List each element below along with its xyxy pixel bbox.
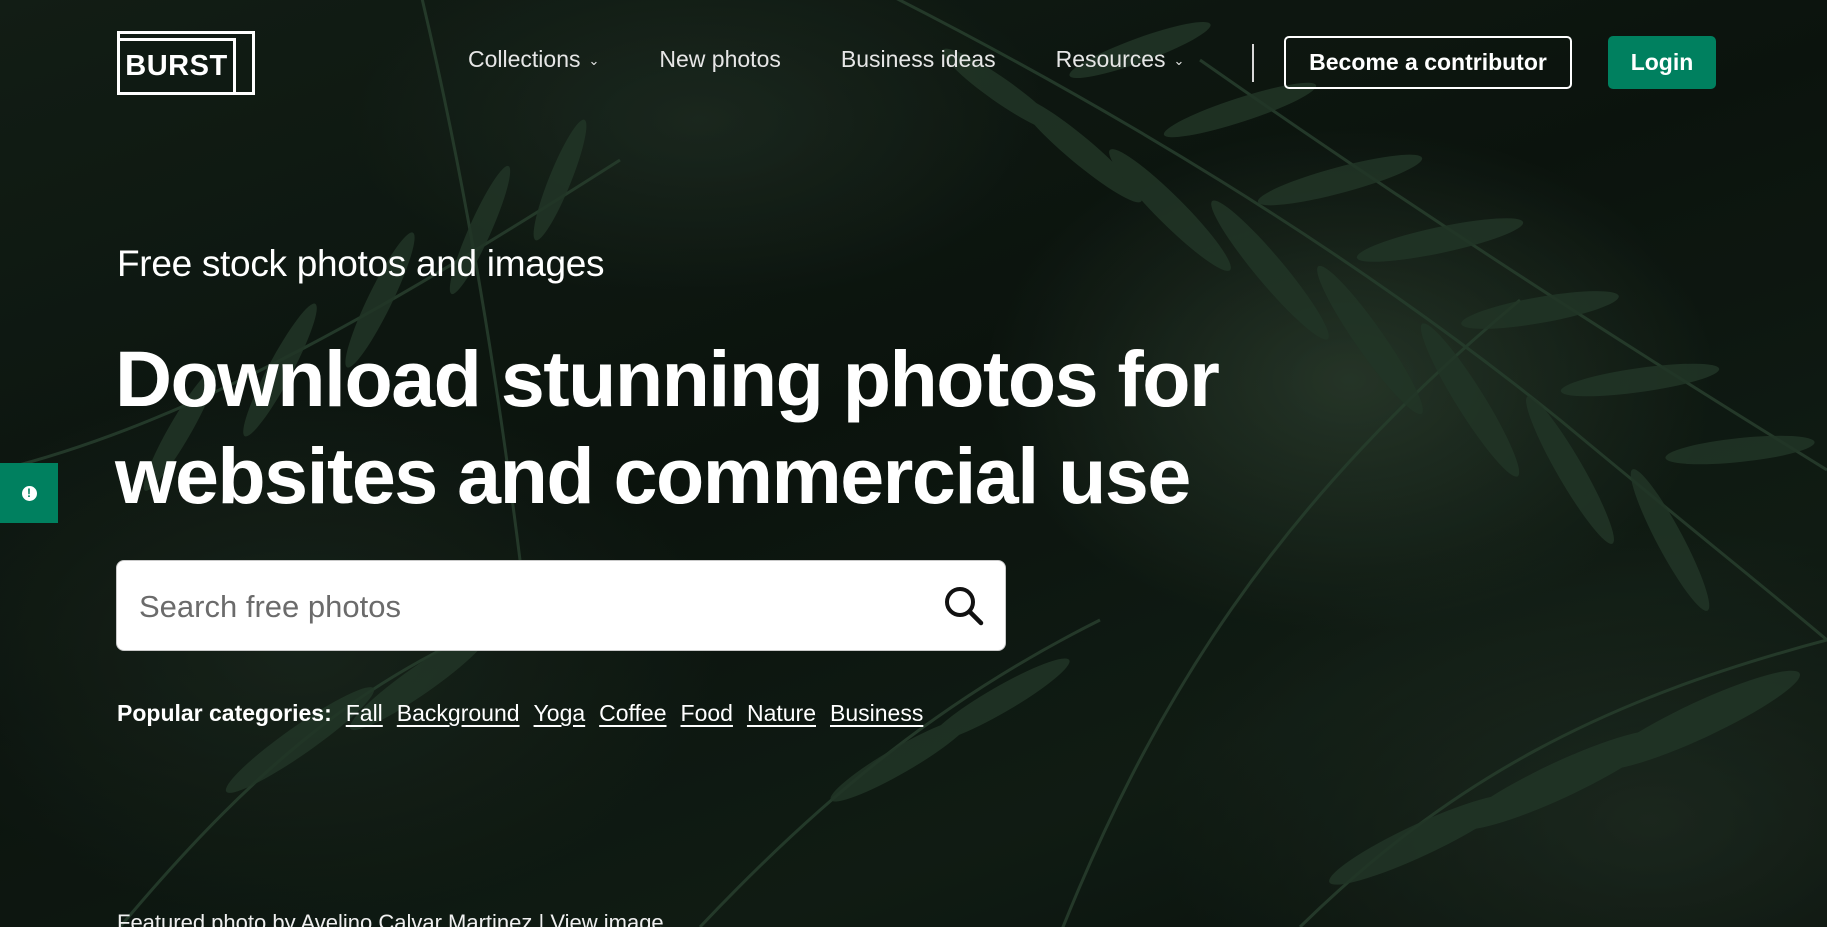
search-icon: [945, 587, 984, 626]
chevron-down-icon: ⌄: [1173, 52, 1185, 68]
nav-item-collections[interactable]: Collections ⌄: [468, 46, 599, 73]
photo-credit: Featured photo by Avelino Calvar Martine…: [117, 910, 664, 927]
hero-subtitle: Free stock photos and images: [117, 243, 605, 284]
nav-item-label: New photos: [659, 46, 781, 72]
main-nav: Collections ⌄ New photos Business ideas …: [468, 46, 1244, 73]
category-link-background[interactable]: Background: [397, 700, 520, 727]
feedback-icon: !: [21, 485, 37, 501]
popular-categories: Popular categories: Fall Background Yoga…: [117, 700, 937, 727]
nav-item-business-ideas[interactable]: Business ideas: [841, 46, 996, 73]
nav-item-new-photos[interactable]: New photos: [659, 46, 780, 73]
category-link-business[interactable]: Business: [830, 700, 923, 727]
nav-divider: [1252, 44, 1254, 82]
search-input[interactable]: [137, 561, 921, 652]
view-image-link[interactable]: View image: [550, 910, 663, 927]
headline-line-1: Download stunning photos for: [115, 334, 1220, 423]
become-contributor-button[interactable]: Become a contributor: [1284, 36, 1572, 89]
login-button[interactable]: Login: [1608, 36, 1716, 89]
nav-item-label: Business ideas: [840, 46, 996, 72]
category-link-coffee[interactable]: Coffee: [599, 700, 666, 727]
category-link-food[interactable]: Food: [681, 700, 733, 727]
photo-credit-text: Featured photo by Avelino Calvar Martine…: [117, 910, 545, 927]
nav-item-label: Resources: [1055, 46, 1166, 72]
search-box: [116, 560, 1006, 652]
burst-logo[interactable]: BURST: [117, 31, 257, 95]
nav-item-label: Collections: [468, 46, 581, 72]
category-link-fall[interactable]: Fall: [346, 700, 383, 727]
nav-item-resources[interactable]: Resources ⌄: [1056, 46, 1185, 73]
feedback-tab[interactable]: !: [0, 463, 58, 523]
search-button[interactable]: [941, 583, 987, 629]
hero-headline: Download stunning photos for websites an…: [115, 330, 1265, 524]
category-link-nature[interactable]: Nature: [747, 700, 816, 727]
logo-text: BURST: [117, 38, 236, 95]
chevron-down-icon: ⌄: [588, 52, 600, 68]
popular-categories-label: Popular categories:: [117, 700, 332, 726]
category-link-yoga[interactable]: Yoga: [534, 700, 586, 727]
hero-section: BURST Collections ⌄ New photos Business …: [0, 0, 1827, 927]
headline-line-2: websites and commercial use: [115, 431, 1191, 520]
